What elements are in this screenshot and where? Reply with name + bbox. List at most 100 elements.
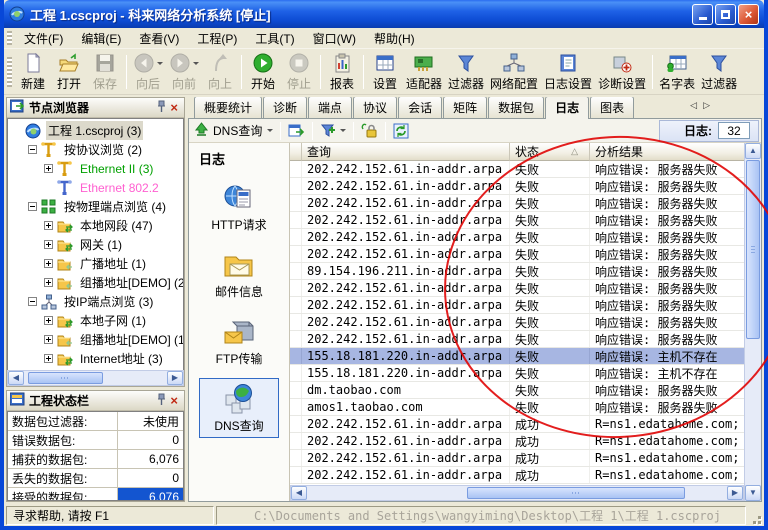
tree-expander-collapse-icon[interactable] bbox=[28, 297, 37, 306]
scroll-down-icon[interactable]: ▼ bbox=[745, 485, 761, 501]
tree-item[interactable]: 网关 (1) bbox=[8, 235, 183, 254]
tree-expander-expand-icon[interactable] bbox=[44, 354, 53, 363]
tab-诊断[interactable]: 诊断 bbox=[263, 97, 308, 118]
tree-item[interactable]: 按IP端点浏览 (3) bbox=[8, 292, 183, 311]
tab-概要统计[interactable]: 概要统计 bbox=[194, 97, 263, 118]
table-horizontal-scrollbar[interactable]: ◀ ▶ bbox=[290, 485, 744, 501]
tree-item[interactable]: Ethernet 802.2 bbox=[8, 178, 183, 197]
tab-日志[interactable]: 日志 bbox=[545, 97, 590, 119]
tree-horizontal-scrollbar[interactable]: ◀ ▶ bbox=[7, 370, 184, 386]
log-filter-button[interactable] bbox=[317, 122, 349, 140]
new-button[interactable]: 新建 bbox=[15, 51, 51, 93]
log-row[interactable]: 202.242.152.61.in-addr.arpa 失败 响应错误: 服务器失败 bbox=[290, 195, 744, 212]
log-type-mail[interactable]: 邮件信息 bbox=[199, 244, 279, 304]
adapter-button[interactable]: 适配器 bbox=[403, 51, 445, 93]
filter2-button[interactable]: 过滤器 bbox=[698, 51, 740, 93]
tree-expander-expand-icon[interactable] bbox=[44, 164, 53, 173]
log-col-status[interactable]: 状态 △ bbox=[510, 143, 590, 161]
tab-图表[interactable]: 图表 bbox=[590, 97, 635, 118]
log-row[interactable]: 202.242.152.61.in-addr.arpa 成功 R=ns1.edata… bbox=[290, 450, 744, 467]
report-button[interactable]: 报表 bbox=[324, 51, 360, 93]
tree-expander-expand-icon[interactable] bbox=[44, 335, 53, 344]
nametable-button[interactable]: 名字表 bbox=[656, 51, 698, 93]
project-status-close-button[interactable]: × bbox=[167, 393, 181, 408]
log-col-result[interactable]: 分析结果 bbox=[590, 143, 744, 161]
vertical-scroll-track[interactable] bbox=[745, 159, 761, 485]
tree-expander-expand-icon[interactable] bbox=[44, 240, 53, 249]
maximize-button[interactable] bbox=[715, 3, 736, 25]
log-row[interactable]: 202.242.152.61.in-addr.arpa 失败 响应错误: 服务器失败 bbox=[290, 331, 744, 348]
tab-协议[interactable]: 协议 bbox=[353, 97, 398, 118]
log-row[interactable]: 202.242.152.61.in-addr.arpa 失败 响应错误: 服务器失败 bbox=[290, 229, 744, 246]
tree-expander-expand-icon[interactable] bbox=[44, 316, 53, 325]
lock-log-button[interactable] bbox=[358, 122, 381, 140]
tree-item[interactable]: 按协议浏览 (2) bbox=[8, 140, 183, 159]
table-vertical-scrollbar[interactable]: ▲ ▼ bbox=[744, 143, 761, 501]
menu-item-6[interactable]: 窗口(W) bbox=[304, 28, 365, 49]
log-row[interactable]: 202.242.152.61.in-addr.arpa 成功 R=ns1.edata… bbox=[290, 416, 744, 433]
start-button[interactable]: 开始 bbox=[245, 51, 281, 93]
scroll-right-icon[interactable]: ▶ bbox=[727, 486, 743, 500]
log-type-http[interactable]: HTTP请求 bbox=[199, 177, 279, 237]
tab-矩阵[interactable]: 矩阵 bbox=[443, 97, 488, 118]
minimize-button[interactable] bbox=[692, 3, 713, 25]
export-log-button[interactable] bbox=[285, 122, 308, 140]
log-row[interactable]: 202.242.152.61.in-addr.arpa 成功 R=ns1.edata… bbox=[290, 433, 744, 450]
log-col-query[interactable]: 查询 bbox=[302, 143, 510, 161]
diagset-button[interactable]: 诊断设置 bbox=[595, 51, 649, 93]
tree-item[interactable]: Internet地址 (3) bbox=[8, 349, 183, 368]
tab-数据包[interactable]: 数据包 bbox=[488, 97, 545, 118]
scroll-up-icon[interactable]: ▲ bbox=[745, 143, 761, 159]
log-type-ftp[interactable]: FTP传输 bbox=[199, 311, 279, 371]
netconfig-button[interactable]: 网络配置 bbox=[487, 51, 541, 93]
log-row[interactable]: 202.242.152.61.in-addr.arpa 失败 响应错误: 服务器失败 bbox=[290, 212, 744, 229]
tree-expander-expand-icon[interactable] bbox=[44, 259, 53, 268]
vertical-scroll-thumb[interactable] bbox=[746, 160, 760, 340]
tree-item[interactable]: 工程 1.cscproj (3) bbox=[8, 121, 183, 140]
tab-scroll-left-icon[interactable]: ◁ bbox=[690, 100, 697, 111]
log-row[interactable]: amos1.taobao.com 失败 响应错误: 服务器失败 bbox=[290, 399, 744, 416]
tree-scroll-thumb[interactable] bbox=[28, 372, 103, 384]
log-row[interactable]: 202.242.152.61.in-addr.arpa 成功 R=ns1.edata… bbox=[290, 467, 744, 484]
menu-item-5[interactable]: 工具(T) bbox=[246, 28, 303, 49]
menu-item-4[interactable]: 工程(P) bbox=[188, 28, 246, 49]
tree-expander-collapse-icon[interactable] bbox=[28, 202, 37, 211]
refresh-log-button[interactable] bbox=[390, 122, 412, 140]
log-row[interactable]: 202.242.152.61.in-addr.arpa 失败 响应错误: 服务器失败 bbox=[290, 280, 744, 297]
tree-item[interactable]: 广播地址 (1) bbox=[8, 254, 183, 273]
tree-expander-collapse-icon[interactable] bbox=[28, 145, 37, 154]
logset-button[interactable]: 日志设置 bbox=[541, 51, 595, 93]
scroll-left-icon[interactable]: ◀ bbox=[8, 371, 24, 385]
log-row[interactable]: 202.242.152.61.in-addr.arpa 失败 响应错误: 服务器失败 bbox=[290, 178, 744, 195]
tree-expander-expand-icon[interactable] bbox=[44, 221, 53, 230]
settings-button[interactable]: 设置 bbox=[367, 51, 403, 93]
tree-scroll-track[interactable] bbox=[24, 371, 167, 385]
tree-item[interactable]: 本地子网 (1) bbox=[8, 311, 183, 330]
window-resize-grip[interactable] bbox=[748, 506, 762, 525]
menu-item-2[interactable]: 编辑(E) bbox=[72, 28, 130, 49]
pin-icon[interactable] bbox=[156, 393, 167, 409]
table-scroll-track[interactable] bbox=[307, 486, 727, 500]
scroll-right-icon[interactable]: ▶ bbox=[167, 371, 183, 385]
tree-item[interactable]: Ethernet II (3) bbox=[8, 159, 183, 178]
node-browser-close-button[interactable]: × bbox=[167, 100, 181, 115]
log-type-dns[interactable]: DNS查询 bbox=[199, 378, 279, 438]
table-scroll-thumb[interactable] bbox=[466, 487, 685, 499]
log-row[interactable]: 89.154.196.211.in-addr.arpa 失败 响应错误: 服务器失败 bbox=[290, 263, 744, 280]
tree-item[interactable]: 本地网段 (47) bbox=[8, 216, 183, 235]
tree-item[interactable]: 组播地址[DEMO] (2 bbox=[8, 273, 183, 292]
log-row[interactable]: 202.242.152.61.in-addr.arpa 失败 响应错误: 服务器失败 bbox=[290, 246, 744, 263]
menu-item-7[interactable]: 帮助(H) bbox=[365, 28, 424, 49]
tab-会话[interactable]: 会话 bbox=[398, 97, 443, 118]
tab-scroll-right-icon[interactable]: ▷ bbox=[703, 100, 710, 111]
tree-expander-expand-icon[interactable] bbox=[44, 278, 53, 287]
open-button[interactable]: 打开 bbox=[51, 51, 87, 93]
tree-item[interactable]: 组播地址[DEMO] (1 bbox=[8, 330, 183, 349]
log-row[interactable]: 155.18.181.220.in-addr.arpa 失败 响应错误: 主机不存在 bbox=[290, 348, 744, 365]
menu-item-3[interactable]: 查看(V) bbox=[130, 28, 188, 49]
log-row[interactable]: 202.242.152.61.in-addr.arpa 失败 响应错误: 服务器失败 bbox=[290, 161, 744, 178]
log-row[interactable]: 155.18.181.220.in-addr.arpa 失败 响应错误: 主机不存在 bbox=[290, 365, 744, 382]
log-row[interactable]: 202.242.152.61.in-addr.arpa 失败 响应错误: 服务器失败 bbox=[290, 297, 744, 314]
dns-query-dropdown-button[interactable]: DNS查询 bbox=[191, 121, 276, 141]
log-row[interactable]: dm.taobao.com 失败 响应错误: 服务器失败 bbox=[290, 382, 744, 399]
